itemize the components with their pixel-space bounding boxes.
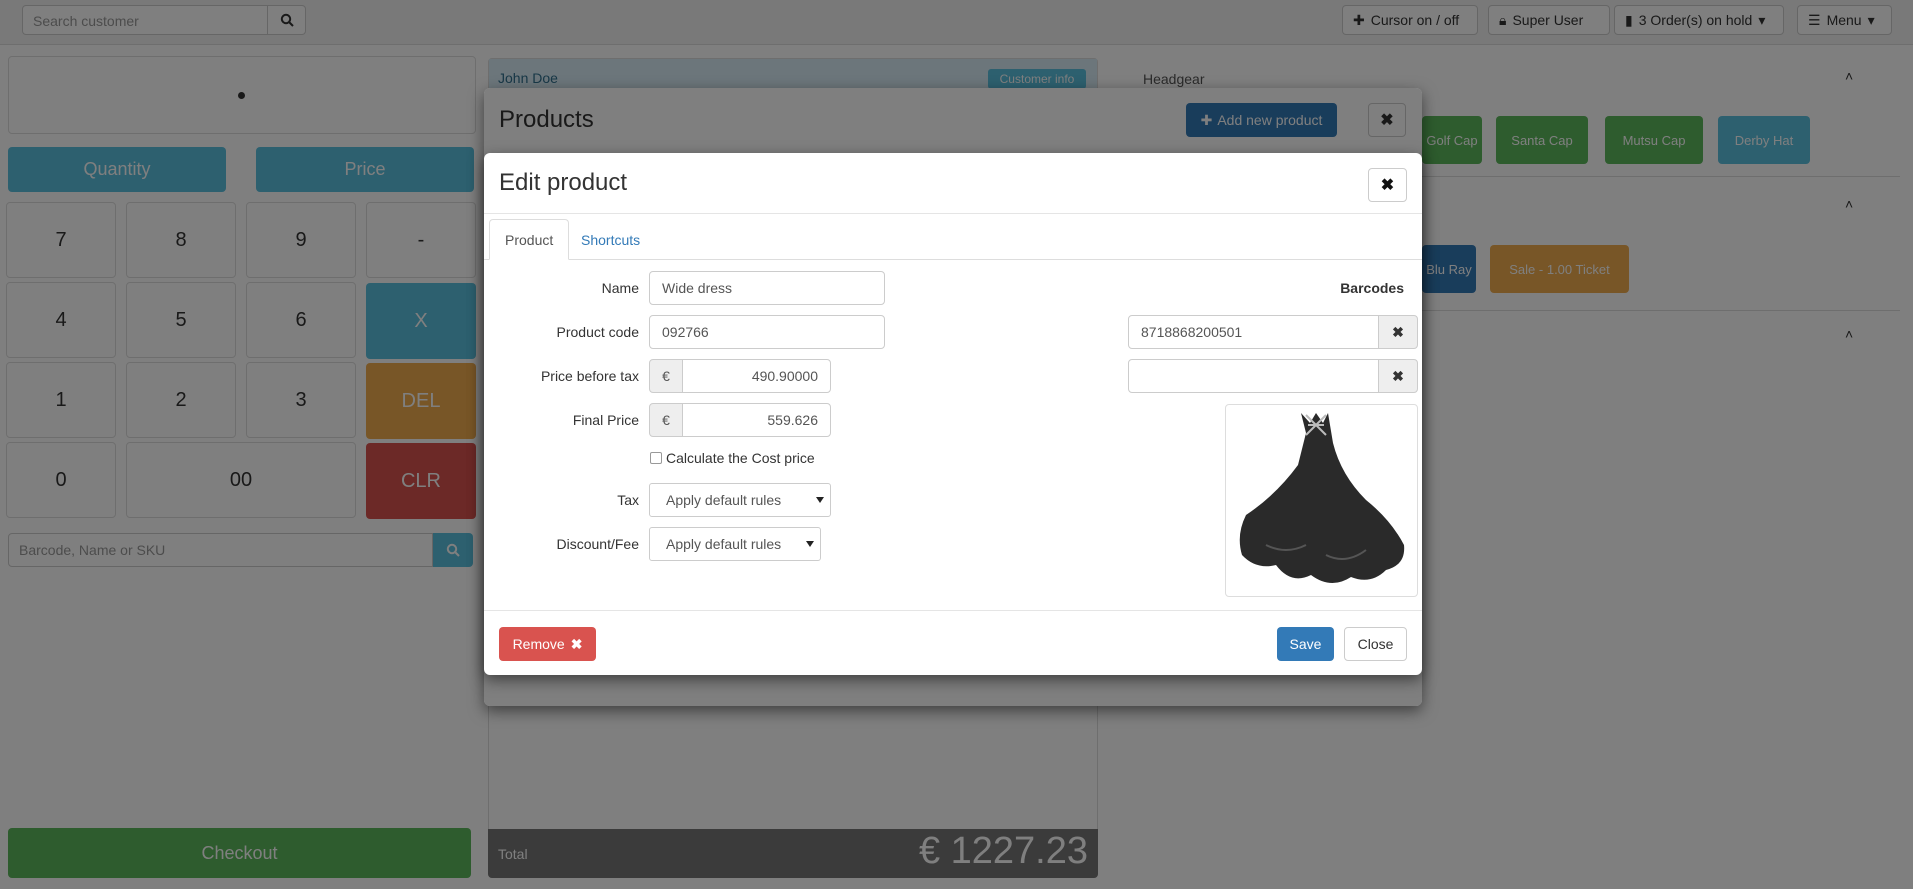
barcode-input[interactable]: 8718868200501 [1128,315,1379,349]
name-input[interactable]: Wide dress [649,271,885,305]
barcode-remove-button[interactable]: ✖ [1378,359,1418,393]
calculate-cost-label[interactable]: Calculate the Cost price [666,450,815,466]
chevron-down-icon [816,497,824,503]
edit-product-close-button[interactable]: ✖ [1368,168,1407,202]
barcode-remove-button[interactable]: ✖ [1378,315,1418,349]
close-icon: ✖ [1392,367,1404,384]
calculate-cost-checkbox[interactable] [650,452,662,464]
edit-product-modal: Edit product ✖ Product Shortcuts Name Wi… [484,153,1422,675]
header-divider [484,213,1422,214]
tax-label: Tax [617,492,639,508]
save-button[interactable]: Save [1277,627,1334,661]
price-before-tax-input[interactable]: 490.90000 [682,359,831,393]
price-before-tax-label: Price before tax [540,368,639,384]
discount-fee-select[interactable]: Apply default rules [649,527,821,561]
chevron-down-icon [806,541,814,547]
footer-divider [484,610,1422,611]
close-icon: ✖ [570,635,583,652]
discount-fee-label: Discount/Fee [556,536,639,552]
remove-label: Remove [512,636,565,652]
product-code-input[interactable]: 092766 [649,315,885,349]
close-button[interactable]: Close [1344,627,1407,661]
product-code-label: Product code [556,324,640,340]
currency-addon: € [649,359,683,393]
name-label: Name [601,280,639,296]
discount-fee-select-value: Apply default rules [666,536,782,552]
product-image[interactable] [1225,404,1418,597]
currency-addon: € [649,403,683,437]
final-price-input[interactable]: 559.626 [682,403,831,437]
tab-shortcuts[interactable]: Shortcuts [566,219,655,260]
dress-image [1239,413,1405,584]
edit-product-title: Edit product [499,169,628,196]
close-icon: ✖ [1380,177,1395,194]
barcodes-title: Barcodes [1340,280,1404,296]
tax-select-value: Apply default rules [666,492,782,508]
close-icon: ✖ [1392,323,1404,340]
tax-select[interactable]: Apply default rules [649,483,831,517]
tab-product[interactable]: Product [489,219,570,260]
final-price-label: Final Price [572,412,639,428]
barcode-input[interactable] [1128,359,1379,393]
remove-button[interactable]: Remove ✖ [499,627,596,661]
